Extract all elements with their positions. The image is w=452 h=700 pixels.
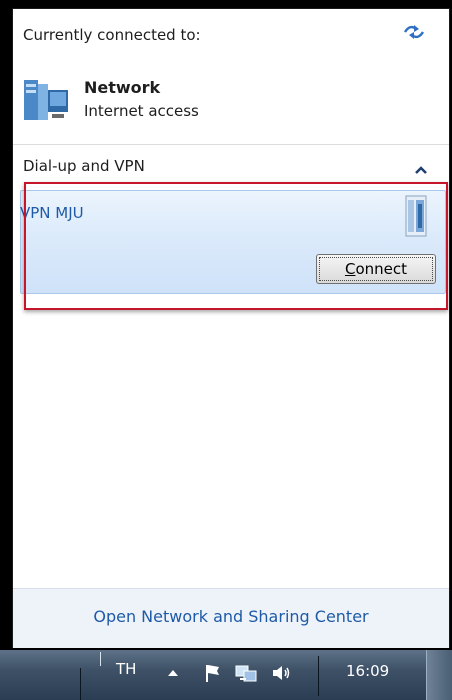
open-network-sharing-center-link[interactable]: Open Network and Sharing Center <box>13 607 449 626</box>
action-center-flag-icon[interactable] <box>204 662 222 684</box>
chevron-up-icon[interactable] <box>414 164 428 176</box>
network-name: Network <box>84 78 161 97</box>
network-flyout <box>12 8 450 648</box>
network-tray-icon[interactable] <box>234 662 258 686</box>
section-divider <box>13 144 449 145</box>
highlight-box <box>24 182 448 310</box>
network-status: Internet access <box>84 102 199 120</box>
taskbar-separator <box>100 652 101 666</box>
flyout-footer: Open Network and Sharing Center <box>13 588 449 648</box>
language-indicator[interactable]: TH <box>116 660 136 678</box>
volume-icon[interactable] <box>270 662 292 684</box>
network-icon <box>24 80 68 120</box>
dialup-vpn-header[interactable]: Dial-up and VPN <box>23 157 145 175</box>
show-hidden-icons-icon[interactable] <box>166 662 180 682</box>
refresh-icon[interactable] <box>402 20 426 44</box>
connected-header: Currently connected to: <box>23 26 201 44</box>
clock[interactable]: 16:09 <box>346 662 389 680</box>
show-desktop-button[interactable] <box>426 650 452 700</box>
taskbar-separator <box>80 668 81 700</box>
taskbar-separator <box>318 656 319 696</box>
